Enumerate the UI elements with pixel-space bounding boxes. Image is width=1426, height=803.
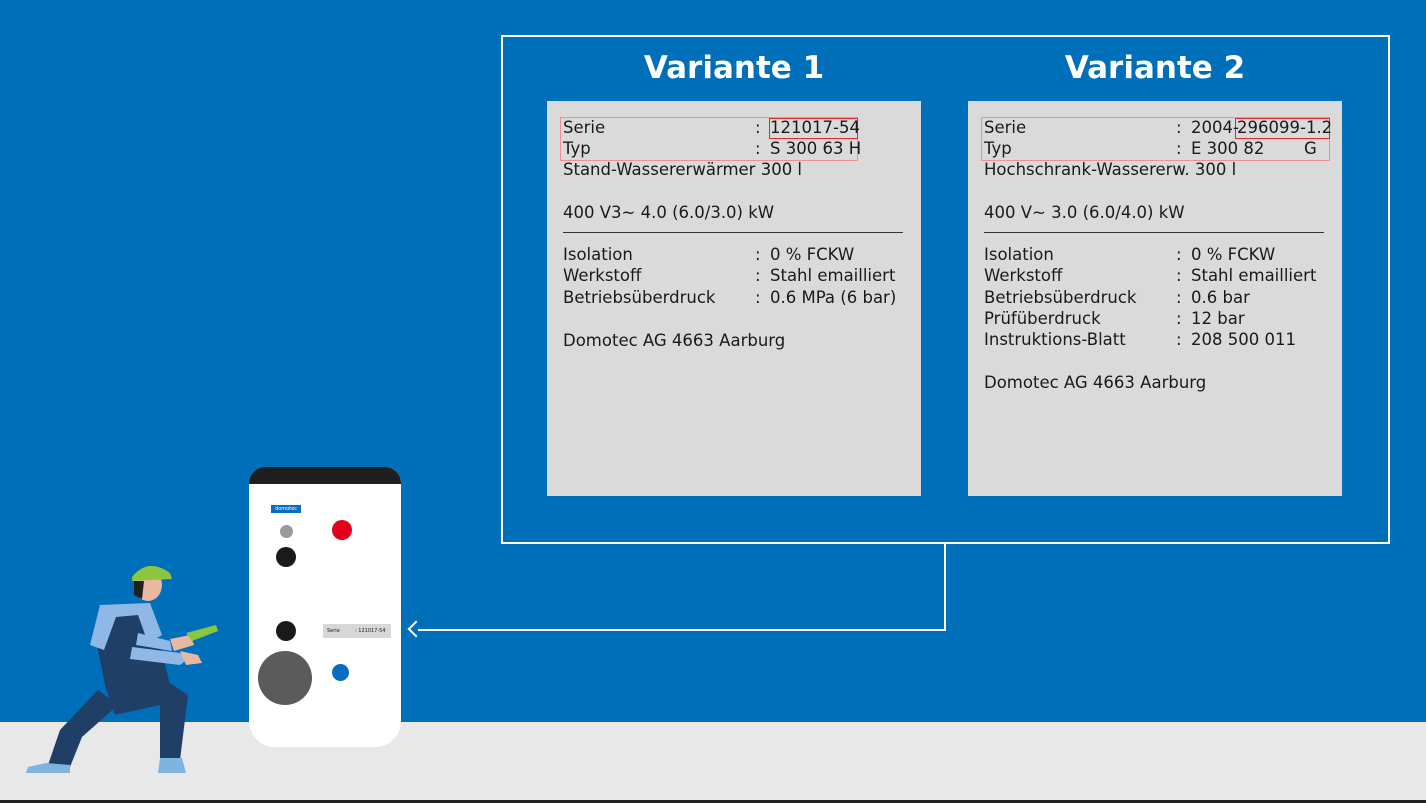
typ-suffix: G bbox=[1304, 139, 1317, 158]
flange-cover-icon bbox=[258, 651, 312, 705]
colon: : bbox=[1176, 288, 1182, 307]
serie-row: Serie : 2004- 296099-1.2 bbox=[984, 117, 1334, 138]
manufacturer: Domotec AG 4663 Aarburg bbox=[984, 373, 1207, 392]
serie-value: 296099-1.2 bbox=[1237, 118, 1333, 137]
colon: : bbox=[1176, 309, 1182, 328]
spec-label: Isolation bbox=[984, 245, 1054, 264]
hot-water-connection-icon bbox=[332, 520, 352, 540]
colon: : bbox=[755, 118, 761, 137]
serie-prefix: 2004- bbox=[1191, 118, 1239, 137]
variant-2-nameplate: Serie : 2004- 296099-1.2 Typ : E 300 82 … bbox=[968, 101, 1342, 496]
sticker-value: : 121017-54 bbox=[355, 628, 386, 634]
water-heater: domotec Serie : 121017-54 bbox=[249, 467, 401, 747]
brand-logo: domotec bbox=[271, 505, 301, 513]
spec-value: 0 % FCKW bbox=[1191, 245, 1276, 264]
colon: : bbox=[755, 245, 761, 264]
typ-label: Typ bbox=[563, 139, 591, 158]
connector-line bbox=[944, 542, 946, 631]
serie-value: 121017-54 bbox=[770, 118, 860, 137]
colon: : bbox=[1176, 330, 1182, 349]
spec-label: Isolation bbox=[563, 245, 633, 264]
connection-port-icon bbox=[276, 621, 296, 641]
colon: : bbox=[755, 139, 761, 158]
serial-sticker: Serie : 121017-54 bbox=[323, 624, 391, 638]
typ-row: Typ : S 300 63 H bbox=[563, 138, 903, 159]
variant-1-nameplate: Serie : 121017-54 Typ : S 300 63 H Stand… bbox=[547, 101, 921, 496]
variant-2-title: Variante 2 bbox=[1064, 50, 1246, 86]
description: Hochschrank-Wassererw. 300 l bbox=[984, 160, 1237, 179]
spec-row: Werkstoff : Stahl emailliert bbox=[563, 265, 903, 286]
typ-value: S 300 63 H bbox=[770, 139, 862, 158]
spec-label: Werkstoff bbox=[563, 266, 642, 285]
colon: : bbox=[1176, 266, 1182, 285]
colon: : bbox=[755, 288, 761, 307]
spec-value: 0 % FCKW bbox=[770, 245, 855, 264]
indicator-light-icon bbox=[280, 525, 293, 538]
arrow-head-icon bbox=[407, 620, 425, 638]
heater-top-cap bbox=[249, 467, 401, 484]
variant-1-title: Variante 1 bbox=[643, 50, 825, 86]
colon: : bbox=[1176, 118, 1182, 137]
illustration-scene: Variante 1 Variante 2 Serie : 121017-54 … bbox=[0, 0, 1426, 803]
spec-value: Stahl emailliert bbox=[1191, 266, 1317, 285]
typ-value: E 300 82 bbox=[1191, 139, 1265, 158]
spec-row: Werkstoff : Stahl emailliert bbox=[984, 265, 1324, 286]
divider bbox=[984, 232, 1324, 233]
spec-label: Werkstoff bbox=[984, 266, 1063, 285]
serie-label: Serie bbox=[984, 118, 1027, 137]
colon: : bbox=[1176, 245, 1182, 264]
colon: : bbox=[1176, 139, 1182, 158]
spec-value: Stahl emailliert bbox=[770, 266, 896, 285]
spec-label: Betriebsüberdruck bbox=[563, 288, 716, 307]
power-rating: 400 V~ 3.0 (6.0/4.0) kW bbox=[984, 203, 1185, 222]
sticker-label: Serie bbox=[327, 628, 340, 634]
spec-value: 0.6 bar bbox=[1191, 288, 1250, 307]
spec-row: Isolation : 0 % FCKW bbox=[984, 244, 1324, 265]
connection-port-icon bbox=[276, 547, 296, 567]
connector-line bbox=[418, 629, 946, 631]
divider bbox=[563, 232, 903, 233]
spec-value: 0.6 MPa (6 bar) bbox=[770, 288, 897, 307]
power-rating: 400 V3~ 4.0 (6.0/3.0) kW bbox=[563, 203, 775, 222]
spec-label: Prüfüberdruck bbox=[984, 309, 1101, 328]
spec-row: Isolation : 0 % FCKW bbox=[563, 244, 903, 265]
typ-row: Typ : E 300 82 G bbox=[984, 138, 1334, 159]
spec-row: Prüfüberdruck : 12 bar bbox=[984, 308, 1324, 329]
spec-value: 12 bar bbox=[1191, 309, 1245, 328]
cold-water-connection-icon bbox=[332, 664, 349, 681]
spec-row: Betriebsüberdruck : 0.6 bar bbox=[984, 287, 1324, 308]
typ-label: Typ bbox=[984, 139, 1012, 158]
description: Stand-Wassererwärmer 300 l bbox=[563, 160, 803, 179]
spec-row: Betriebsüberdruck : 0.6 MPa (6 bar) bbox=[563, 287, 903, 308]
manufacturer: Domotec AG 4663 Aarburg bbox=[563, 331, 786, 350]
technician-figure-icon bbox=[26, 565, 218, 773]
spec-value: 208 500 011 bbox=[1191, 330, 1296, 349]
spec-row: Instruktions-Blatt : 208 500 011 bbox=[984, 329, 1324, 350]
colon: : bbox=[755, 266, 761, 285]
serie-row: Serie : 121017-54 bbox=[563, 117, 903, 138]
serie-label: Serie bbox=[563, 118, 606, 137]
spec-label: Betriebsüberdruck bbox=[984, 288, 1137, 307]
spec-label: Instruktions-Blatt bbox=[984, 330, 1126, 349]
